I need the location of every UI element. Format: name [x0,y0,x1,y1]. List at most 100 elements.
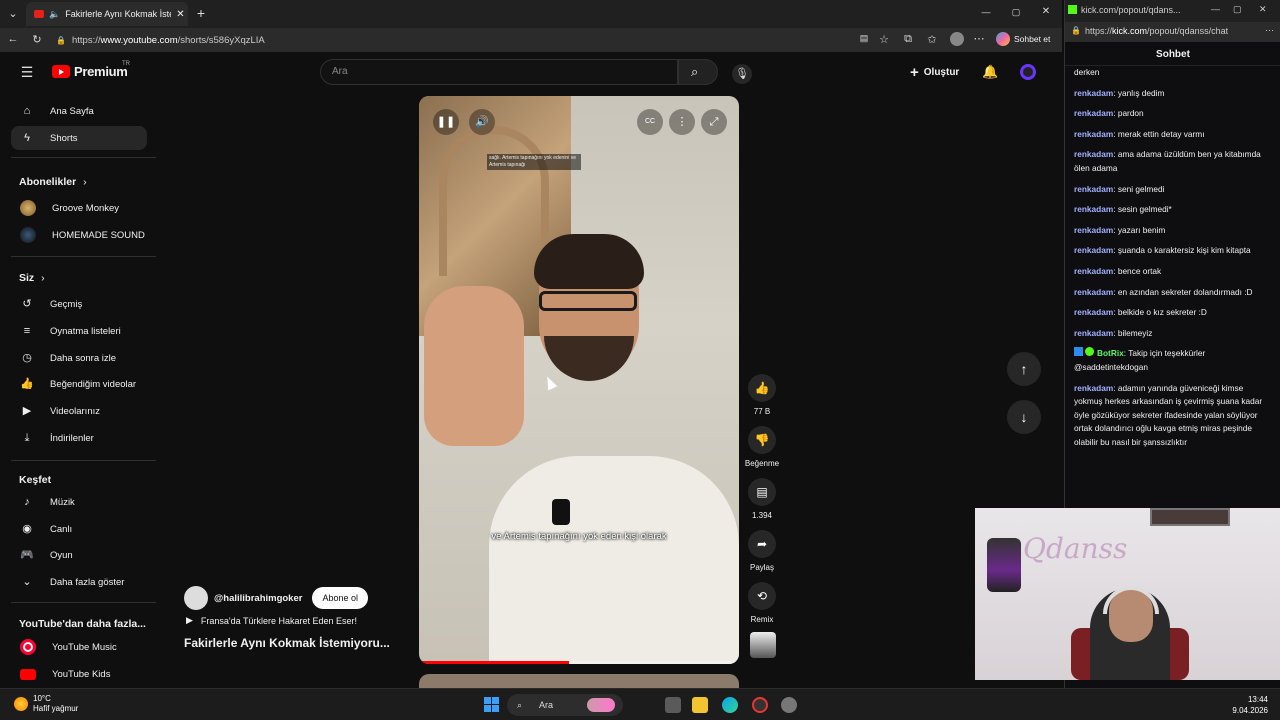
sidebar-item-show-more[interactable]: ⌄ Daha fazla göster [11,570,147,594]
divider [11,256,156,257]
tab-bar: ⌄ 🔈 Fakirlerle Aynı Kokmak İstemi ✕ + — … [0,0,1062,28]
cc-icon[interactable]: CC [637,109,663,135]
previous-short-button[interactable]: ↑ [1007,352,1041,386]
close-tab-icon[interactable]: ✕ [176,9,184,20]
sidebar-item-homemade-sound[interactable]: HOMEMADE SOUND [11,223,147,247]
message-user[interactable]: renkadam [1074,225,1113,235]
url-field[interactable]: 🔒 https://www.youtube.com/shorts/s586yXq… [54,30,854,50]
subscribe-button[interactable]: Abone ol [312,587,368,609]
favorite-icon[interactable]: ☆ [878,33,890,46]
youtube-premium-logo[interactable]: Premium TR [52,61,130,79]
maximize-icon[interactable]: ▢ [1010,7,1022,18]
weather-widget[interactable]: 10°C Hafif yağmur [14,694,78,714]
subscriptions-heading[interactable]: Abonelikler › [19,176,87,188]
message-user[interactable]: BotRix [1097,348,1124,358]
edge-icon[interactable] [722,697,738,713]
chat-url-field[interactable]: 🔒 https://kick.com/popout/qdanss/chat ⋯ [1065,22,1280,42]
more-icon[interactable]: ⋯ [1265,25,1274,36]
related-video-link[interactable]: ▶ Fransa'da Türklere Hakaret Eden Eser! [186,615,357,626]
favorites-icon[interactable]: ✩ [926,33,938,46]
settings-icon[interactable] [781,697,797,713]
start-button[interactable] [484,697,499,712]
message-user[interactable]: renkadam [1074,184,1113,194]
message-user[interactable]: renkadam [1074,266,1113,276]
profile-icon[interactable] [950,32,964,46]
sidebar-item-shorts[interactable]: ϟ Shorts [11,126,147,150]
volume-icon[interactable]: 🔊 [469,109,495,135]
sidebar-item-liked[interactable]: 👍 Beğendiğim videolar [11,372,147,396]
clock[interactable]: 13:44 9.04.2026 [1232,694,1268,716]
message-user[interactable]: renkadam [1074,245,1113,255]
tab-list-icon[interactable]: ⌄ [6,7,20,20]
app-icon[interactable] [752,697,768,713]
reload-icon[interactable]: ↻ [30,33,44,46]
sidebar-item-music[interactable]: ♪ Müzik [11,490,147,514]
voice-search-icon[interactable]: 🎙 [732,64,752,84]
create-button[interactable]: + Oluştur [910,64,959,81]
avatar[interactable] [1020,64,1036,80]
sidebar-item-live[interactable]: ◉ Canlı [11,517,147,541]
chat-window-title: kick.com/popout/qdans... [1081,5,1181,15]
close-window-icon[interactable]: ✕ [1040,6,1052,17]
sidebar-item-playlists[interactable]: ≡ Oynatma listeleri [11,319,147,343]
comments-button[interactable]: ▤ 1.394 [748,478,776,520]
message-user[interactable]: renkadam [1074,108,1113,118]
message-user[interactable]: renkadam [1074,383,1113,393]
channel-avatar[interactable] [184,586,208,610]
remix-button[interactable]: ⟲ Remix [748,582,776,624]
video-title[interactable]: Fakirlerle Aynı Kokmak İstemiyoru... [184,636,390,650]
message-user[interactable]: renkadam [1074,287,1113,297]
channel-name[interactable]: @halilibrahimgoker [214,593,302,604]
temperature: 10°C [33,694,51,703]
sound-thumbnail[interactable] [750,632,776,658]
next-short-preview[interactable] [419,674,739,688]
minimize-icon[interactable]: — [1211,4,1220,14]
sidebar-item-groove-monkey[interactable]: Groove Monkey [11,196,147,220]
more-options-icon[interactable]: ⋮ [669,109,695,135]
taskbar-search[interactable]: ⌕ Ara [507,694,623,716]
task-view-icon[interactable] [665,697,681,713]
fullscreen-icon[interactable]: ⤢ [701,109,727,135]
speaker-icon[interactable]: 🔈 [49,9,60,20]
copilot-button[interactable]: Sohbet et [996,32,1050,46]
shorts-video-player[interactable]: sağlı. Artemis tapınağını yok edenini ve… [419,96,739,664]
dislike-button[interactable]: 👎 Beğenme [745,426,779,468]
search-button[interactable]: ⌕ [678,59,718,85]
extensions-icon[interactable]: ⧉ [902,33,914,46]
message-user[interactable]: renkadam [1074,307,1113,317]
close-window-icon[interactable]: ✕ [1259,4,1267,15]
sidebar-item-youtube-music[interactable]: YouTube Music [11,635,147,659]
file-explorer-icon[interactable] [692,697,708,713]
explore-heading: Keşfet [19,474,52,486]
menu-icon[interactable]: ☰ [19,64,35,81]
reader-icon[interactable]: ▤ [858,33,870,44]
more-icon[interactable]: ⋯ [972,32,986,45]
share-button[interactable]: ➦ Paylaş [748,530,776,572]
sidebar-item-your-videos[interactable]: ▶ Videolarınız [11,399,147,423]
next-short-button[interactable]: ↓ [1007,400,1041,434]
sidebar-item-downloads[interactable]: ⤓ İndirilenler [11,426,147,450]
search-input[interactable]: Ara [320,59,678,85]
sidebar-item-youtube-kids[interactable]: YouTube Kids [11,662,147,686]
pause-icon[interactable]: ❚❚ [433,109,459,135]
message-user[interactable]: renkadam [1074,129,1113,139]
you-heading[interactable]: Siz › [19,272,45,284]
message-user[interactable]: renkadam [1074,204,1113,214]
message-user[interactable]: renkadam [1074,328,1113,338]
arrow-down-icon: ↓ [1020,409,1028,425]
sidebar-item-gaming[interactable]: 🎮 Oyun [11,543,147,567]
minimize-icon[interactable]: — [980,7,992,17]
back-icon[interactable]: ← [6,33,20,45]
like-button[interactable]: 👍 77 B [748,374,776,416]
sidebar-item-history[interactable]: ↺ Geçmiş [11,292,147,316]
sidebar-label: YouTube Music [52,641,117,653]
bell-icon[interactable]: 🔔 [982,64,998,80]
tab-youtube[interactable]: 🔈 Fakirlerle Aynı Kokmak İstemi ✕ [26,2,188,26]
message-user[interactable]: renkadam [1074,149,1113,159]
maximize-icon[interactable]: ▢ [1233,4,1242,15]
sidebar-item-home[interactable]: ⌂ Ana Sayfa [11,99,147,123]
new-tab-icon[interactable]: + [194,5,208,21]
message-user[interactable]: renkadam [1074,88,1113,98]
sidebar-item-watch-later[interactable]: ◷ Daha sonra izle [11,346,147,370]
progress-bar[interactable] [419,661,739,664]
